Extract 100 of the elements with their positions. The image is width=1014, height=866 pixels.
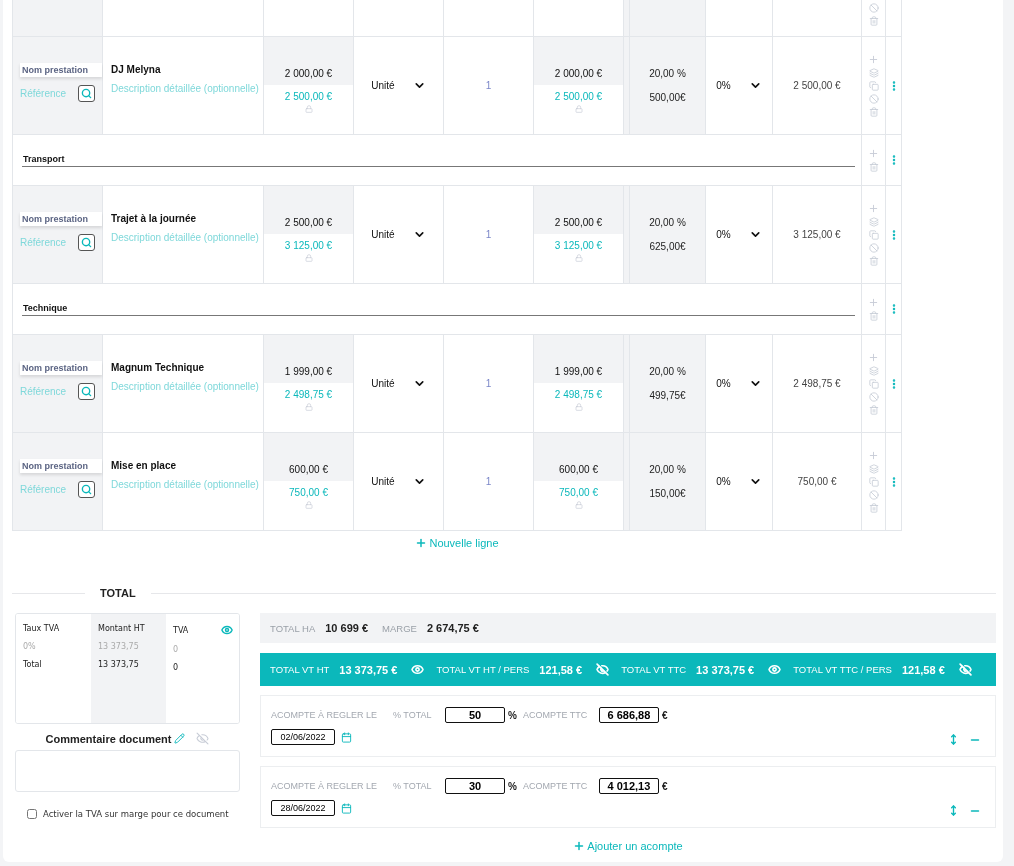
amount-field[interactable]: 6 686,88 xyxy=(598,707,659,723)
comment-field[interactable] xyxy=(15,750,240,792)
date-field[interactable]: 28/06/2022 xyxy=(271,800,335,816)
add-icon[interactable] xyxy=(868,203,879,214)
add-icon[interactable] xyxy=(868,54,879,65)
copy-icon[interactable] xyxy=(868,477,879,487)
calendar-icon[interactable] xyxy=(341,802,352,814)
quantity-value[interactable]: 1 xyxy=(485,80,492,91)
summary-value: 121,58 € xyxy=(901,663,945,676)
item-title: Magnum Technique xyxy=(111,362,205,373)
resize-icon[interactable] xyxy=(948,805,959,817)
copy-icon[interactable] xyxy=(868,81,879,91)
quantity-value[interactable]: 1 xyxy=(485,378,492,389)
currency-unit: € xyxy=(661,709,668,721)
search-button[interactable] xyxy=(78,85,95,102)
lock-icon xyxy=(574,105,583,113)
quantity-value[interactable]: 1 xyxy=(485,229,492,240)
table-cell-text: 0 xyxy=(173,645,180,654)
discount-select[interactable]: 0% xyxy=(716,377,762,390)
pencil-icon[interactable] xyxy=(174,733,186,744)
add-icon[interactable] xyxy=(868,297,879,308)
trash-icon[interactable] xyxy=(868,405,879,415)
search-button[interactable] xyxy=(78,234,95,251)
tva-amount: 500,00€ xyxy=(649,92,686,103)
layers-icon[interactable] xyxy=(868,217,879,227)
reference-field[interactable]: Référence xyxy=(20,484,68,495)
summary-label: TOTAL VT TTC / PERS xyxy=(793,664,892,675)
checkbox[interactable] xyxy=(27,809,37,819)
trash-icon[interactable] xyxy=(868,503,879,513)
tva-amount: 499,75€ xyxy=(649,390,686,401)
ban-icon[interactable] xyxy=(868,392,879,402)
lock-icon xyxy=(304,403,313,411)
layers-icon[interactable] xyxy=(868,464,879,474)
summary-value: 13 373,75 € xyxy=(696,663,755,676)
trash-icon[interactable] xyxy=(868,162,879,172)
description-field[interactable]: Description détaillée (optionnelle) xyxy=(111,381,261,392)
column-header: TVA xyxy=(173,625,189,635)
reference-field[interactable]: Référence xyxy=(20,88,68,99)
table-cell-text: 0 xyxy=(173,663,180,672)
column-header: Montant HT xyxy=(98,624,145,633)
unit-price-vt: 2 498,75 € xyxy=(284,389,333,400)
search-button[interactable] xyxy=(78,481,95,498)
name-label: Nom prestation xyxy=(20,459,102,473)
description-field[interactable]: Description détaillée (optionnelle) xyxy=(111,479,261,490)
total-vt: 2 500,00 € xyxy=(554,91,603,102)
summary-label: TOTAL VT HT xyxy=(270,664,330,675)
trash-icon[interactable] xyxy=(868,311,879,321)
search-button[interactable] xyxy=(78,383,95,400)
add-icon[interactable] xyxy=(868,148,879,159)
unit-select[interactable]: Unité xyxy=(371,475,426,488)
name-label: Nom prestation xyxy=(20,63,102,77)
discount-select[interactable]: 0% xyxy=(716,228,762,241)
layers-icon[interactable] xyxy=(868,366,879,376)
quantity-value[interactable]: 1 xyxy=(485,476,492,487)
amount-label: ACOMPTE TTC xyxy=(522,781,589,791)
tva-rate: 20,00 % xyxy=(649,366,686,377)
reference-field[interactable]: Référence xyxy=(20,237,68,248)
eye-off-icon[interactable] xyxy=(196,732,210,745)
ban-icon[interactable] xyxy=(868,3,879,13)
ban-icon[interactable] xyxy=(868,490,879,500)
total-vt: 2 498,75 € xyxy=(554,389,603,400)
unit-select[interactable]: Unité xyxy=(371,79,426,92)
description-field[interactable]: Description détaillée (optionnelle) xyxy=(111,83,261,94)
table-cell-text: 13 373,75 xyxy=(98,642,140,651)
unit-price-vt: 2 500,00 € xyxy=(284,91,333,102)
add-icon[interactable] xyxy=(868,450,879,461)
unit-select[interactable]: Unité xyxy=(371,377,426,390)
percent-field[interactable]: 50 xyxy=(445,707,505,723)
trash-icon[interactable] xyxy=(868,107,879,117)
copy-icon[interactable] xyxy=(868,230,879,240)
amount-field[interactable]: 4 012,13 xyxy=(598,778,659,794)
trash-icon[interactable] xyxy=(868,16,879,26)
line-total: 3 125,00 € xyxy=(793,229,841,240)
ban-icon[interactable] xyxy=(868,94,879,104)
table-cell-text: 13 373,75 xyxy=(98,660,140,669)
discount-select[interactable]: 0% xyxy=(716,475,762,488)
trash-icon[interactable] xyxy=(868,256,879,266)
unit-price-ha: 2 000,00 € xyxy=(284,68,333,79)
eye-icon[interactable] xyxy=(221,624,233,636)
line-total: 2 500,00 € xyxy=(793,80,841,91)
date-field[interactable]: 02/06/2022 xyxy=(271,729,335,745)
name-label: Nom prestation xyxy=(20,212,102,226)
summary-label: MARGE xyxy=(382,622,417,634)
tva-rate: 20,00 % xyxy=(649,217,686,228)
percent-field[interactable]: 30 xyxy=(445,778,505,794)
summary-value: 2 674,75 € xyxy=(426,622,479,634)
unit-price-vt: 3 125,00 € xyxy=(284,240,333,251)
copy-icon[interactable] xyxy=(868,379,879,389)
layers-icon[interactable] xyxy=(868,68,879,78)
summary-value: 121,58 € xyxy=(539,663,583,676)
description-field[interactable]: Description détaillée (optionnelle) xyxy=(111,232,261,243)
amount-label: ACOMPTE TTC xyxy=(522,710,589,720)
unit-select[interactable]: Unité xyxy=(371,228,426,241)
reference-field[interactable]: Référence xyxy=(20,386,68,397)
discount-select[interactable]: 0% xyxy=(716,79,762,92)
add-icon[interactable] xyxy=(868,352,879,363)
resize-icon[interactable] xyxy=(948,734,959,746)
ban-icon[interactable] xyxy=(868,243,879,253)
calendar-icon[interactable] xyxy=(341,731,352,743)
total-ha: 600,00 € xyxy=(559,464,598,475)
